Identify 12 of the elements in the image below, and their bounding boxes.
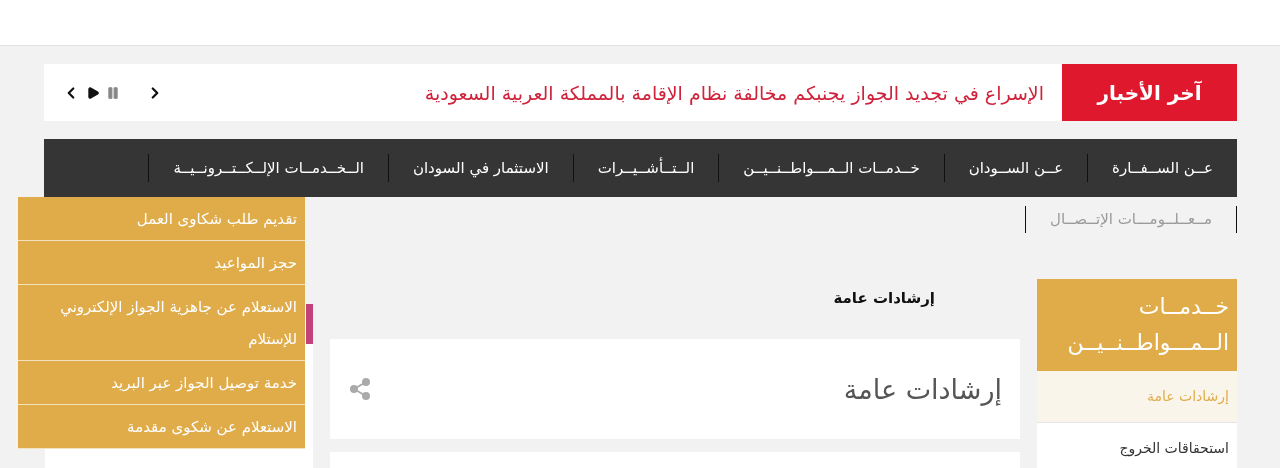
nav-item[interactable]: الاستثمار في السودان <box>387 154 573 182</box>
news-headline: الإسراع في تجديد الجواز يجنبكم مخالفة نظام الإقامة بالمملكة العربية السعودية <box>423 81 1045 104</box>
nav-item[interactable]: عــن الســفــارة <box>1087 154 1237 182</box>
nav-item[interactable]: عــن الســودان <box>943 154 1088 182</box>
sidebar-title: خــدمــات الــمـــواطــنــيــن <box>1037 279 1237 371</box>
breadcrumb: إرشادات عامة <box>833 289 935 307</box>
news-label: آخر الأخبار <box>1062 64 1237 121</box>
nav-item[interactable]: خــدمــات الــمـــواطــنــيــن <box>718 154 944 182</box>
article-title: إرشادات عامة <box>843 373 1002 405</box>
sidebar-item[interactable]: استحقاقات الخروج <box>1037 423 1237 468</box>
nav-item[interactable]: الــتــأشــيــرات <box>572 154 719 182</box>
nav-item[interactable]: الــخــدمــات الإلــكــتــرونــيــة <box>148 154 388 182</box>
